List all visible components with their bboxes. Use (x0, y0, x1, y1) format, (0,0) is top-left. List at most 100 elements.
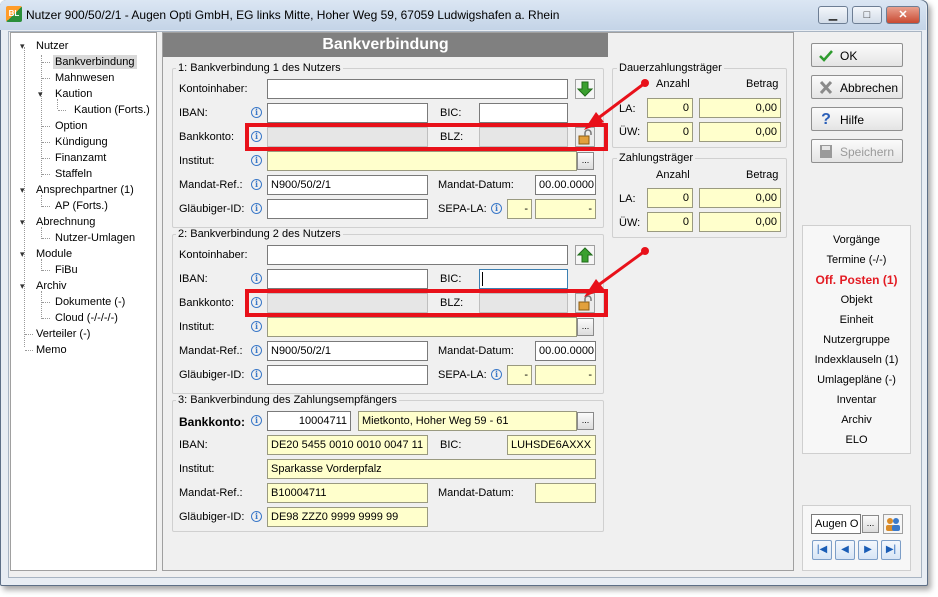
info-icon[interactable]: i (251, 203, 262, 214)
tree-item-staffeln[interactable]: Staffeln (55, 167, 92, 181)
info-icon[interactable]: i (251, 415, 262, 426)
save-button[interactable]: Speichern (811, 139, 903, 163)
info-icon[interactable]: i (251, 511, 262, 522)
mandat-datum-label: Mandat-Datum: (438, 345, 514, 357)
info-icon[interactable]: i (251, 179, 262, 190)
nav-einheit[interactable]: Einheit (802, 314, 911, 326)
institut-field[interactable] (267, 317, 577, 337)
collapse-icon[interactable]: ▾ (20, 41, 25, 52)
collapse-icon[interactable]: ▾ (20, 185, 25, 196)
nav-objekt[interactable]: Objekt (802, 294, 911, 306)
mandat-ref-label: Mandat-Ref.: (179, 345, 243, 357)
tree-item-cloud[interactable]: Cloud (-/-/-/-) (55, 311, 118, 325)
tree-item-memo[interactable]: Memo (36, 343, 67, 357)
nav-offene-posten[interactable]: Off. Posten (1) (802, 273, 911, 287)
info-icon[interactable]: i (491, 369, 502, 380)
glaeubiger-id-field[interactable] (267, 365, 428, 385)
tree-item-finanzamt[interactable]: Finanzamt (55, 151, 106, 165)
nav-archiv[interactable]: Archiv (802, 414, 911, 426)
maximize-button[interactable]: □ (852, 6, 882, 24)
nav-indexklauseln[interactable]: Indexklauseln (1) (802, 354, 911, 366)
navigation-tree[interactable]: ▾ Nutzer Bankverbindung Mahnwesen ▾ Kaut… (10, 32, 157, 571)
help-button[interactable]: ? Hilfe (811, 107, 903, 131)
tree-item-nutzer[interactable]: Nutzer (36, 39, 68, 53)
close-button[interactable]: ✕ (886, 6, 920, 24)
betrag-header: Betrag (746, 169, 779, 181)
mandat-ref-field: B10004711 (267, 483, 428, 503)
nav-umlageplaene[interactable]: Umlagepläne (-) (802, 374, 911, 386)
la-betrag-field: 0,00 (699, 188, 781, 208)
collapse-icon[interactable]: ▾ (20, 217, 25, 228)
tree-item-nutzer-umlagen[interactable]: Nutzer-Umlagen (55, 231, 135, 245)
tree-item-ap-forts[interactable]: AP (Forts.) (55, 199, 108, 213)
tree-item-mahnwesen[interactable]: Mahnwesen (55, 71, 114, 85)
kontoinhaber-label: Kontoinhaber: (179, 83, 248, 95)
glaeubiger-id-label: Gläubiger-ID: (179, 369, 245, 381)
tree-item-kaution[interactable]: Kaution (55, 87, 92, 101)
bic-field[interactable] (479, 103, 568, 123)
record-lookup-button[interactable]: ... (862, 515, 879, 533)
tree-item-bankverbindung[interactable]: Bankverbindung (53, 55, 137, 69)
save-label: Speichern (840, 145, 895, 159)
tree-item-abrechnung[interactable]: Abrechnung (36, 215, 95, 229)
info-icon[interactable]: i (251, 155, 262, 166)
info-icon[interactable]: i (251, 321, 262, 332)
tree-line (42, 238, 50, 239)
tree-item-kuendigung[interactable]: Kündigung (55, 135, 108, 149)
record-selector-field[interactable]: Augen O (811, 514, 861, 534)
bankkonto-description: Mietkonto, Hoher Weg 59 - 61 (358, 411, 577, 431)
tree-item-kaution-forts[interactable]: Kaution (Forts.) (74, 103, 150, 117)
bankkonto-label: Bankkonto: (179, 131, 235, 143)
tree-item-option[interactable]: Option (55, 119, 87, 133)
users-button[interactable] (883, 514, 903, 534)
nav-termine[interactable]: Termine (-/-) (802, 254, 911, 266)
collapse-icon[interactable]: ▾ (20, 281, 25, 292)
betrag-header: Betrag (746, 78, 779, 90)
collapse-icon[interactable]: ▾ (38, 89, 43, 100)
next-record-button[interactable]: ▶ (858, 540, 878, 560)
ok-button[interactable]: OK (811, 43, 903, 67)
nav-elo[interactable]: ELO (802, 434, 911, 446)
page-title: Bankverbindung (163, 33, 608, 57)
tree-item-ansprechpartner[interactable]: Ansprechpartner (1) (36, 183, 134, 197)
info-icon[interactable]: i (251, 273, 262, 284)
info-icon[interactable]: i (251, 345, 262, 356)
cancel-button[interactable]: Abbrechen (811, 75, 903, 99)
iban-field[interactable] (267, 269, 428, 289)
tree-item-dokumente[interactable]: Dokumente (-) (55, 295, 125, 309)
tree-item-module[interactable]: Module (36, 247, 72, 261)
first-record-button[interactable]: |◀ (812, 540, 832, 560)
iban-field[interactable] (267, 103, 428, 123)
bankkonto-field[interactable]: 10004711 (267, 411, 351, 431)
glaeubiger-id-field[interactable] (267, 199, 428, 219)
mandat-ref-field[interactable]: N900/50/2/1 (267, 175, 428, 195)
sepa-la-field-a[interactable]: - (507, 199, 532, 219)
institut-lookup-button[interactable]: ... (577, 318, 594, 336)
collapse-icon[interactable]: ▾ (20, 249, 25, 260)
minimize-button[interactable]: ▁ (818, 6, 848, 24)
iban-label: IBAN: (179, 107, 208, 119)
last-record-button[interactable]: ▶| (881, 540, 901, 560)
tree-item-verteiler[interactable]: Verteiler (-) (36, 327, 90, 341)
previous-record-button[interactable]: ◀ (835, 540, 855, 560)
info-icon[interactable]: i (491, 203, 502, 214)
nav-vorgaenge[interactable]: Vorgänge (802, 234, 911, 246)
info-icon[interactable]: i (251, 107, 262, 118)
info-icon[interactable]: i (251, 369, 262, 380)
sepa-la-field-a[interactable]: - (507, 365, 532, 385)
kontoinhaber-field[interactable] (267, 79, 568, 99)
nav-inventar[interactable]: Inventar (802, 394, 911, 406)
mandat-ref-field[interactable]: N900/50/2/1 (267, 341, 428, 361)
bankkonto-lookup-button[interactable]: ... (577, 412, 594, 430)
arrow-icon (584, 247, 649, 297)
kontoinhaber-field[interactable] (267, 245, 568, 265)
tree-item-fibu[interactable]: FiBu (55, 263, 78, 277)
institut-field[interactable] (267, 151, 577, 171)
tree-line (42, 78, 50, 79)
mandat-datum-field[interactable]: 00.00.0000 (535, 341, 596, 361)
bic-field[interactable] (479, 269, 568, 289)
sepa-la-field-b[interactable]: - (535, 365, 596, 385)
tree-line (24, 47, 25, 347)
tree-item-archiv[interactable]: Archiv (36, 279, 67, 293)
nav-nutzergruppe[interactable]: Nutzergruppe (802, 334, 911, 346)
